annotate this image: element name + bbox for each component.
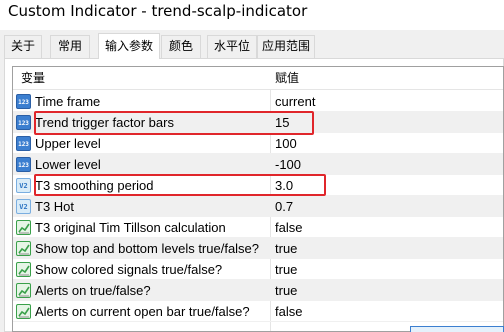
param-value[interactable]: 100 [275, 133, 297, 154]
param-name: Time frame [35, 94, 101, 109]
highlight-box-smoothing [34, 174, 326, 196]
table-row[interactable]: 123 Time frame current [13, 91, 503, 112]
param-name: Lower level [35, 157, 101, 172]
param-name: Show colored signals true/false? [35, 262, 223, 277]
table-row[interactable]: 123 Upper level 100 [13, 133, 503, 154]
param-name: Alerts on current open bar true/false? [35, 304, 250, 319]
tab-about[interactable]: 关于 [4, 35, 42, 58]
param-value[interactable]: false [275, 217, 302, 238]
int-type-icon: 123 [16, 136, 31, 151]
param-name: Upper level [35, 136, 101, 151]
ok-button-partial[interactable] [410, 326, 504, 332]
inputs-grid: 变量 赋值 123 Time frame current 123 Trend trigg… [12, 66, 504, 332]
double-type-icon: V2 [16, 178, 31, 193]
table-row[interactable]: Alerts on true/false? true [13, 280, 503, 301]
int-type-icon: 123 [16, 94, 31, 109]
param-name: Show top and bottom levels true/false? [35, 241, 260, 256]
bool-type-icon [16, 241, 31, 256]
param-value[interactable]: -100 [275, 154, 301, 175]
bool-type-icon [16, 304, 31, 319]
table-row[interactable]: Alerts on current open bar true/false? fa… [13, 301, 503, 322]
table-row[interactable]: Show top and bottom levels true/false? tr… [13, 238, 503, 259]
param-value[interactable]: true [275, 280, 297, 301]
title-bar: Custom Indicator - trend-scalp-indicator [0, 0, 504, 30]
param-value[interactable]: 0.7 [275, 196, 293, 217]
param-name: Alerts on true/false? [35, 283, 151, 298]
window-title: Custom Indicator - trend-scalp-indicator [8, 2, 308, 20]
param-name: T3 original Tim Tillson calculation [35, 220, 226, 235]
param-value[interactable]: current [275, 91, 315, 112]
param-value[interactable]: true [275, 259, 297, 280]
table-row[interactable]: V2 T3 Hot 0.7 [13, 196, 503, 217]
bool-type-icon [16, 262, 31, 277]
tab-common[interactable]: 常用 [50, 35, 90, 58]
highlight-box-trigger [34, 111, 314, 135]
param-value[interactable]: true [275, 238, 297, 259]
table-row[interactable]: 123 Lower level -100 [13, 154, 503, 175]
bool-type-icon [16, 220, 31, 235]
table-row[interactable]: Show colored signals true/false? true [13, 259, 503, 280]
tab-strip: 关于 常用 输入参数 颜色 水平位 应用范围 [0, 33, 504, 59]
header-variable[interactable]: 变量 [21, 67, 45, 88]
tab-inputs[interactable]: 输入参数 [98, 33, 160, 59]
tab-levels[interactable]: 水平位 [207, 35, 257, 58]
int-type-icon: 123 [16, 115, 31, 130]
param-name: T3 Hot [35, 199, 75, 214]
param-value[interactable]: false [275, 301, 302, 322]
header-value[interactable]: 赋值 [275, 67, 299, 88]
grid-header: 变量 赋值 [13, 67, 503, 90]
tab-visualization[interactable]: 应用范围 [257, 35, 315, 58]
tab-colors[interactable]: 颜色 [161, 35, 201, 58]
table-row[interactable]: T3 original Tim Tillson calculation false [13, 217, 503, 238]
double-type-icon: V2 [16, 199, 31, 214]
int-type-icon: 123 [16, 157, 31, 172]
bool-type-icon [16, 283, 31, 298]
